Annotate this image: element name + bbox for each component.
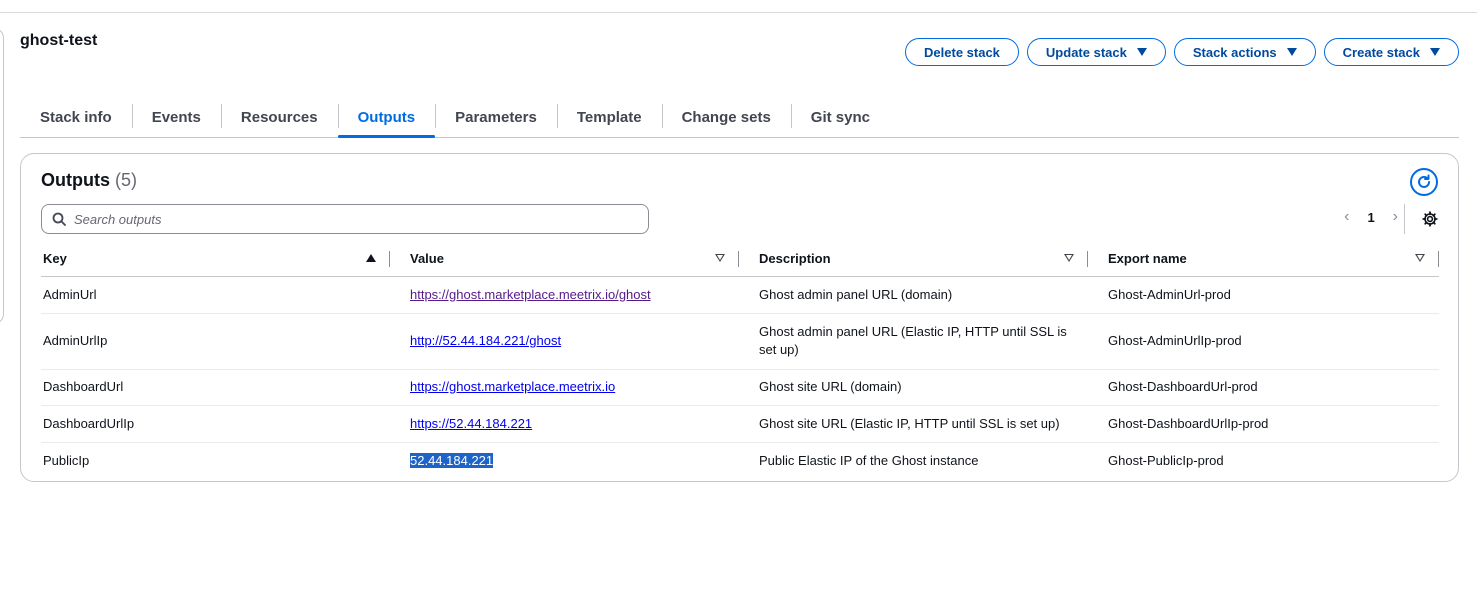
search-box [41,204,649,234]
cell-export-name: Ghost-DashboardUrlIp-prod [1088,405,1439,443]
create-stack-label: Create stack [1342,44,1420,60]
tab-label: Outputs [357,109,416,126]
cell-key: DashboardUrl [41,369,390,406]
refresh-button[interactable] [1410,168,1438,196]
cell-key: AdminUrlIp [41,313,390,370]
search-input[interactable] [74,211,634,227]
table-row: AdminUrlIp http://52.44.184.221/ghost Gh… [41,313,1439,370]
cell-value: https://ghost.marketplace.meetrix.io/gho… [390,276,739,314]
page-number[interactable]: 1 [1367,210,1374,225]
column-header-label: Export name [1108,251,1187,267]
cell-value: http://52.44.184.221/ghost [390,313,739,370]
chevron-right-icon[interactable]: › [1393,208,1398,226]
cell-value: https://ghost.marketplace.meetrix.io [390,369,739,406]
delete-stack-label: Delete stack [924,44,1000,60]
cell-description: Ghost site URL (domain) [739,369,1088,406]
tab-git-sync[interactable]: Git sync [790,98,890,137]
stack-tabs: Stack info Events Resources Outputs Para… [20,98,1459,138]
delete-stack-button[interactable]: Delete stack [905,38,1019,66]
table-row: AdminUrl https://ghost.marketplace.meetr… [41,276,1439,314]
settings-gear-icon[interactable] [1422,211,1438,227]
value-link[interactable]: http://52.44.184.221/ghost [410,333,561,348]
page-title: ghost-test [20,32,98,49]
table-row: DashboardUrlIp https://52.44.184.221 Gho… [41,405,1439,443]
outputs-count: (5) [115,170,138,190]
table-row: DashboardUrl https://ghost.marketplace.m… [41,369,1439,406]
search-icon [52,212,66,226]
cell-description: Ghost admin panel URL (domain) [739,276,1088,314]
top-divider [0,12,1477,13]
tab-label: Resources [240,109,318,126]
tab-stack-info[interactable]: Stack info [20,98,132,137]
side-panel-edge [0,28,4,324]
cell-key: DashboardUrlIp [41,405,390,443]
caret-down-icon [1430,48,1440,56]
caret-down-icon [1136,48,1147,56]
tab-parameters[interactable]: Parameters [435,98,557,137]
table-row: PublicIp 52.44.184.221 Public Elastic IP… [41,442,1439,479]
column-header-value[interactable]: Value [390,242,739,277]
column-divider[interactable] [1438,251,1439,267]
cell-key: AdminUrl [41,276,390,314]
stack-actions-label: Stack actions [1192,44,1277,60]
cell-description: Ghost site URL (Elastic IP, HTTP until S… [739,405,1088,443]
tab-label: Git sync [810,109,870,126]
cell-export-name: Ghost-DashboardUrl-prod [1088,369,1439,406]
tab-label: Change sets [681,109,771,126]
outputs-title: Outputs [41,170,110,190]
tab-label: Template [576,109,642,126]
cell-description: Ghost admin panel URL (Elastic IP, HTTP … [739,313,1088,370]
tab-outputs[interactable]: Outputs [337,98,436,138]
sort-ascending-icon [366,254,376,262]
value-link[interactable]: https://ghost.marketplace.meetrix.io/gho… [410,287,651,302]
tab-template[interactable]: Template [556,98,662,137]
chevron-left-icon[interactable]: ‹ [1344,208,1349,226]
tab-resources[interactable]: Resources [220,98,338,137]
create-stack-button[interactable]: Create stack [1323,38,1459,66]
update-stack-label: Update stack [1045,44,1127,60]
cell-export-name: Ghost-AdminUrl-prod [1088,276,1439,314]
sort-descending-icon [1064,254,1074,262]
column-header-export-name[interactable]: Export name [1088,242,1439,277]
cell-value: 52.44.184.221 [390,442,739,479]
outputs-heading: Outputs (5) [41,170,137,191]
column-header-label: Description [759,251,831,267]
table-header-row: Key Value Description Export name [41,242,1439,277]
column-header-description[interactable]: Description [739,242,1088,277]
stack-actions: Delete stack Update stack Stack actions … [905,38,1459,66]
preferences [1404,204,1438,234]
column-header-key[interactable]: Key [41,242,390,277]
tab-label: Parameters [455,109,537,126]
value-link[interactable]: https://52.44.184.221 [410,416,532,431]
cell-export-name: Ghost-AdminUrlIp-prod [1088,313,1439,370]
column-header-label: Key [43,251,67,267]
caret-down-icon [1286,48,1297,56]
outputs-panel: Outputs (5) ‹ 1 › [20,153,1459,482]
tab-label: Events [151,109,201,126]
cell-description: Public Elastic IP of the Ghost instance [759,452,979,468]
update-stack-button[interactable]: Update stack [1026,38,1166,66]
value-text-selected[interactable]: 52.44.184.221 [410,452,494,468]
sort-descending-icon [1415,254,1425,262]
tab-change-sets[interactable]: Change sets [661,98,791,137]
cell-export-name: Ghost-PublicIp-prod [1108,452,1224,468]
sort-descending-icon [715,254,725,262]
stack-actions-button[interactable]: Stack actions [1173,38,1316,66]
tab-events[interactable]: Events [131,98,221,137]
cell-key: PublicIp [43,452,90,468]
tab-label: Stack info [40,109,112,126]
cell-value: https://52.44.184.221 [390,405,739,443]
value-link[interactable]: https://ghost.marketplace.meetrix.io [410,379,615,394]
refresh-icon [1418,174,1430,188]
pagination: ‹ 1 › [1344,208,1398,226]
column-header-label: Value [410,251,444,267]
outputs-table: Key Value Description Export name AdminU… [41,242,1439,479]
